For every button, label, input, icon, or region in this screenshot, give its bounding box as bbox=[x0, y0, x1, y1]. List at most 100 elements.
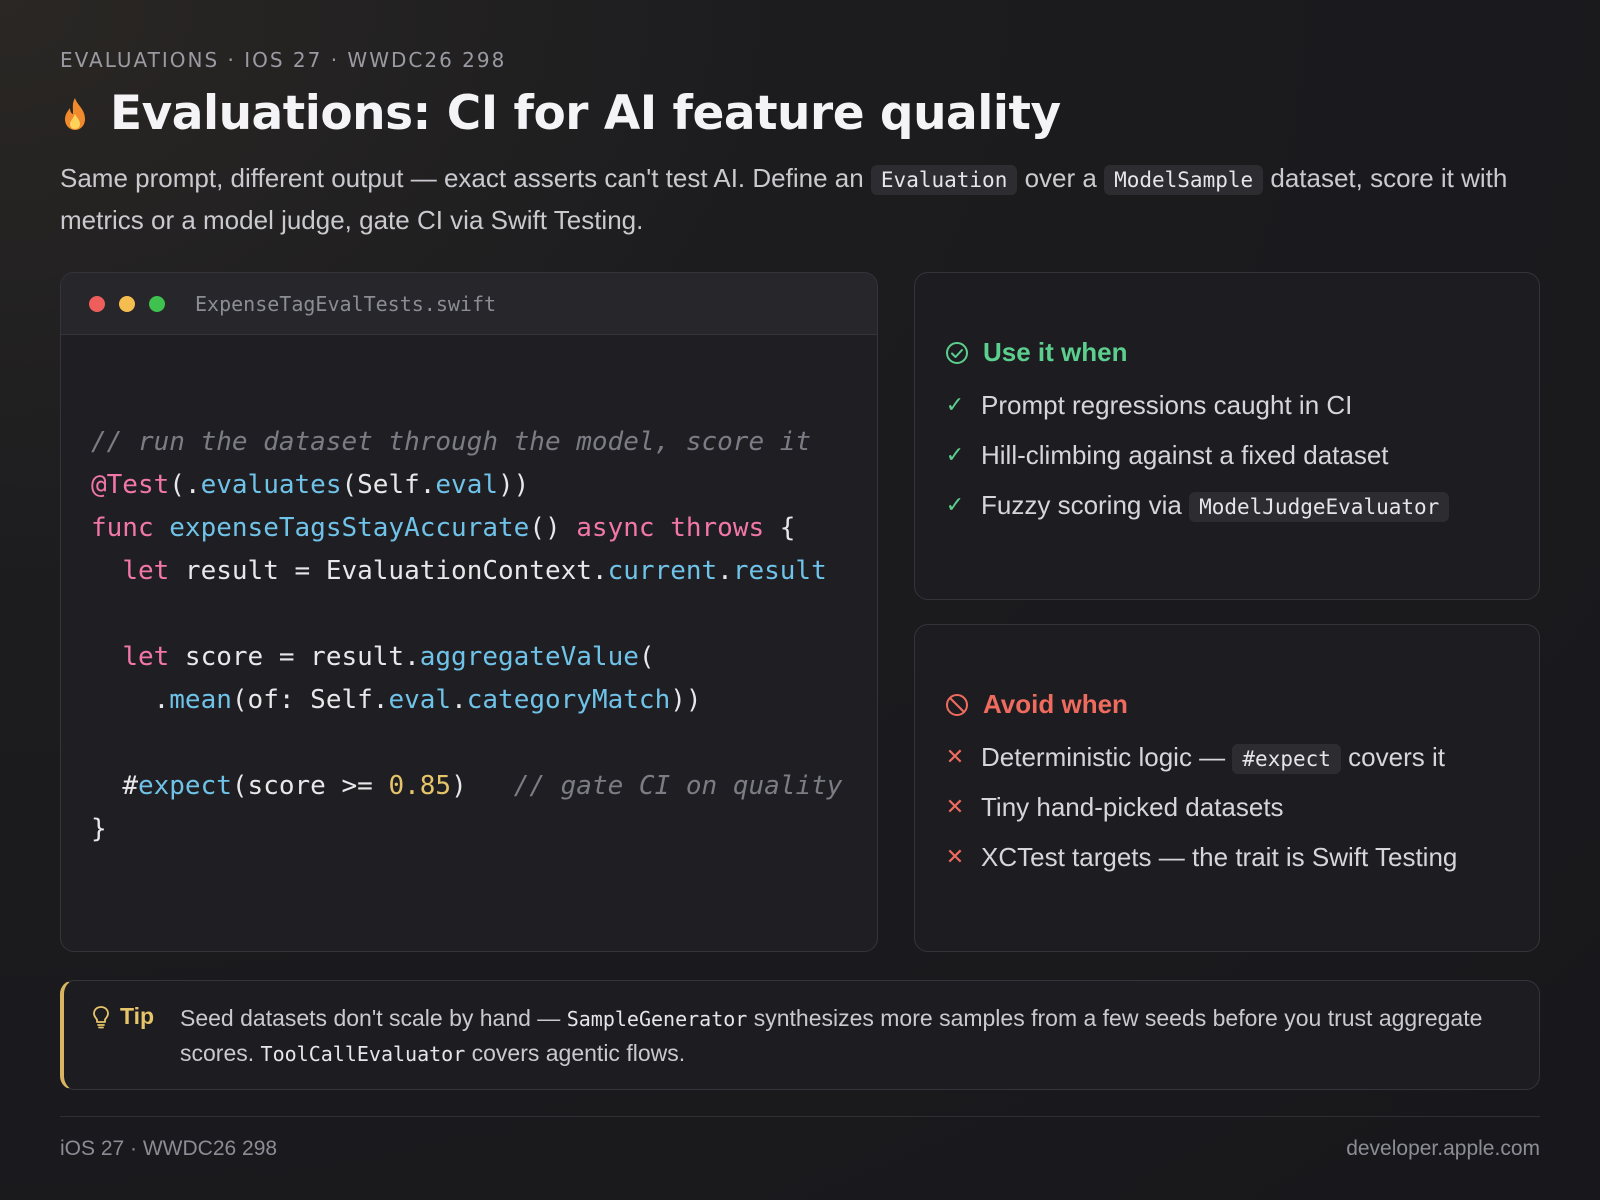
cross-icon: ✕ bbox=[945, 844, 965, 869]
code-text: score = result. bbox=[169, 642, 420, 672]
use-it-when-title: Use it when bbox=[983, 337, 1128, 367]
eyebrow-label: EVALUATIONS · IOS 27 · WWDC26 298 bbox=[60, 48, 507, 72]
code-text: (score >= bbox=[231, 771, 389, 801]
list-item-text: Fuzzy scoring via ModelJudgeEvaluator bbox=[981, 489, 1450, 522]
code-tool-call-evaluator: ToolCallEvaluator bbox=[260, 1042, 466, 1066]
use-it-when-card: Use it when ✓ Prompt regressions caught … bbox=[914, 272, 1540, 600]
list-item: ✓ Fuzzy scoring via ModelJudgeEvaluator bbox=[945, 480, 1450, 530]
list-item: ✓ Hill-climbing against a fixed dataset bbox=[945, 430, 1449, 480]
code-text: (Self. bbox=[341, 470, 436, 500]
lightbulb-icon bbox=[93, 1005, 109, 1028]
code-text: (of: Self. bbox=[231, 685, 389, 715]
code-text: ( bbox=[638, 642, 655, 672]
check-circle-icon bbox=[946, 341, 968, 364]
code-line: } bbox=[91, 808, 867, 851]
list-item-text: XCTest targets — the trait is Swift Test… bbox=[981, 841, 1458, 872]
avoid-when-list: ✕ Deterministic logic — #expect covers i… bbox=[945, 732, 1458, 882]
list-item-text: Prompt regressions caught in CI bbox=[981, 389, 1353, 420]
code-property: current bbox=[607, 556, 718, 586]
list-item-text: Hill-climbing against a fixed dataset bbox=[981, 439, 1389, 470]
tip-label: Tip bbox=[92, 1003, 154, 1030]
code-function: mean bbox=[169, 685, 232, 715]
code-text: result = EvaluationContext. bbox=[169, 556, 608, 586]
list-item-text-part: covers it bbox=[1340, 741, 1445, 772]
code-function: expenseTagsStayAccurate bbox=[169, 513, 530, 543]
code-text: (. bbox=[169, 470, 201, 500]
code-attribute: @Test bbox=[91, 470, 170, 500]
tip-text-part: covers agentic flows. bbox=[465, 1040, 686, 1066]
title-row: Evaluations: CI for AI feature quality bbox=[60, 86, 1061, 141]
check-icon: ✓ bbox=[945, 442, 965, 467]
code-text: } bbox=[91, 814, 107, 844]
code-line: // run the dataset through the model, sc… bbox=[91, 421, 867, 464]
use-it-when-list: ✓ Prompt regressions caught in CI ✓ Hill… bbox=[945, 380, 1450, 530]
list-item: ✕ XCTest targets — the trait is Swift Te… bbox=[945, 832, 1458, 882]
subtitle-text: over a bbox=[1017, 163, 1105, 193]
code-text: { bbox=[764, 513, 796, 543]
code-line: let score = result.aggregateValue( bbox=[91, 636, 867, 679]
footer-divider bbox=[60, 1116, 1540, 1117]
use-it-when-heading: Use it when bbox=[945, 337, 1127, 368]
tip-text-part: Seed datasets don't scale by hand — bbox=[180, 1005, 567, 1031]
list-item-text-part: Deterministic logic — bbox=[981, 741, 1233, 772]
page-title: Evaluations: CI for AI feature quality bbox=[110, 86, 1061, 141]
code-property: eval bbox=[388, 685, 452, 715]
code-comment: // gate CI on quality bbox=[513, 771, 843, 801]
list-item-text: Tiny hand-picked datasets bbox=[981, 791, 1284, 822]
code-evaluation: Evaluation bbox=[870, 165, 1018, 195]
check-icon: ✓ bbox=[945, 392, 965, 417]
avoid-when-title: Avoid when bbox=[983, 689, 1128, 719]
code-keyword: func bbox=[91, 513, 154, 543]
code-keyword: let bbox=[122, 642, 170, 672]
avoid-when-heading: Avoid when bbox=[945, 689, 1128, 720]
code-filename: ExpenseTagEvalTests.swift bbox=[195, 291, 497, 316]
footer-link[interactable]: developer.apple.com bbox=[1346, 1137, 1540, 1161]
code-text: . bbox=[153, 685, 170, 715]
list-item: ✕ Tiny hand-picked datasets bbox=[945, 782, 1457, 832]
code-card-header: ExpenseTagEvalTests.swift bbox=[61, 273, 877, 335]
code-keyword: let bbox=[122, 556, 170, 586]
code-text: () bbox=[529, 513, 577, 543]
code-card: ExpenseTagEvalTests.swift // run the dat… bbox=[60, 272, 878, 952]
code-model-judge-evaluator: ModelJudgeEvaluator bbox=[1189, 491, 1450, 522]
tip-text: Seed datasets don't scale by hand — Samp… bbox=[180, 1001, 1500, 1071]
prohibited-icon bbox=[946, 693, 968, 716]
code-text: . bbox=[717, 556, 733, 586]
close-dot-icon[interactable] bbox=[89, 295, 105, 312]
minimize-dot-icon[interactable] bbox=[119, 295, 135, 312]
code-keyword: throws bbox=[670, 513, 765, 543]
code-keyword: async bbox=[576, 513, 655, 543]
flame-icon bbox=[65, 97, 85, 130]
code-text: ) bbox=[451, 771, 467, 801]
list-item: ✓ Prompt regressions caught in CI bbox=[945, 380, 1449, 430]
code-line: @Test(.evaluates(Self.eval)) bbox=[91, 464, 867, 507]
code-function: expect bbox=[137, 771, 232, 801]
code-block: // run the dataset through the model, sc… bbox=[91, 421, 867, 851]
code-property: categoryMatch bbox=[466, 685, 671, 715]
code-line: .mean(of: Self.eval.categoryMatch)) bbox=[91, 679, 867, 722]
code-function: aggregateValue bbox=[419, 642, 639, 672]
code-text: )) bbox=[498, 470, 530, 500]
cross-icon: ✕ bbox=[945, 744, 965, 769]
code-line: func expenseTagsStayAccurate() async thr… bbox=[91, 507, 867, 550]
code-sample-generator: SampleGenerator bbox=[566, 1007, 748, 1031]
code-expect: #expect bbox=[1232, 743, 1341, 774]
list-item: ✕ Deterministic logic — #expect covers i… bbox=[945, 732, 1457, 782]
list-item-text: Deterministic logic — #expect covers it bbox=[981, 741, 1445, 774]
code-line: #expect(score >= 0.85) // gate CI on qua… bbox=[91, 765, 867, 808]
code-comment: // run the dataset through the model, sc… bbox=[91, 427, 812, 457]
code-property: eval bbox=[435, 470, 499, 500]
subtitle-text: Same prompt, different output — exact as… bbox=[60, 163, 871, 193]
tip-label-text: Tip bbox=[120, 1003, 155, 1029]
cross-icon: ✕ bbox=[945, 794, 965, 819]
avoid-when-card: Avoid when ✕ Deterministic logic — #expe… bbox=[914, 624, 1540, 952]
zoom-dot-icon[interactable] bbox=[149, 295, 165, 312]
page-subtitle: Same prompt, different output — exact as… bbox=[60, 158, 1550, 240]
code-text: . bbox=[451, 685, 467, 715]
code-number: 0.85 bbox=[388, 771, 452, 801]
tip-callout: Tip Seed datasets don't scale by hand — … bbox=[60, 980, 1540, 1090]
code-line: let result = EvaluationContext.current.r… bbox=[91, 550, 867, 593]
code-property: result bbox=[732, 556, 827, 586]
footer-session: iOS 27 · WWDC26 298 bbox=[60, 1137, 278, 1160]
list-item-text-part: Fuzzy scoring via bbox=[981, 489, 1190, 520]
